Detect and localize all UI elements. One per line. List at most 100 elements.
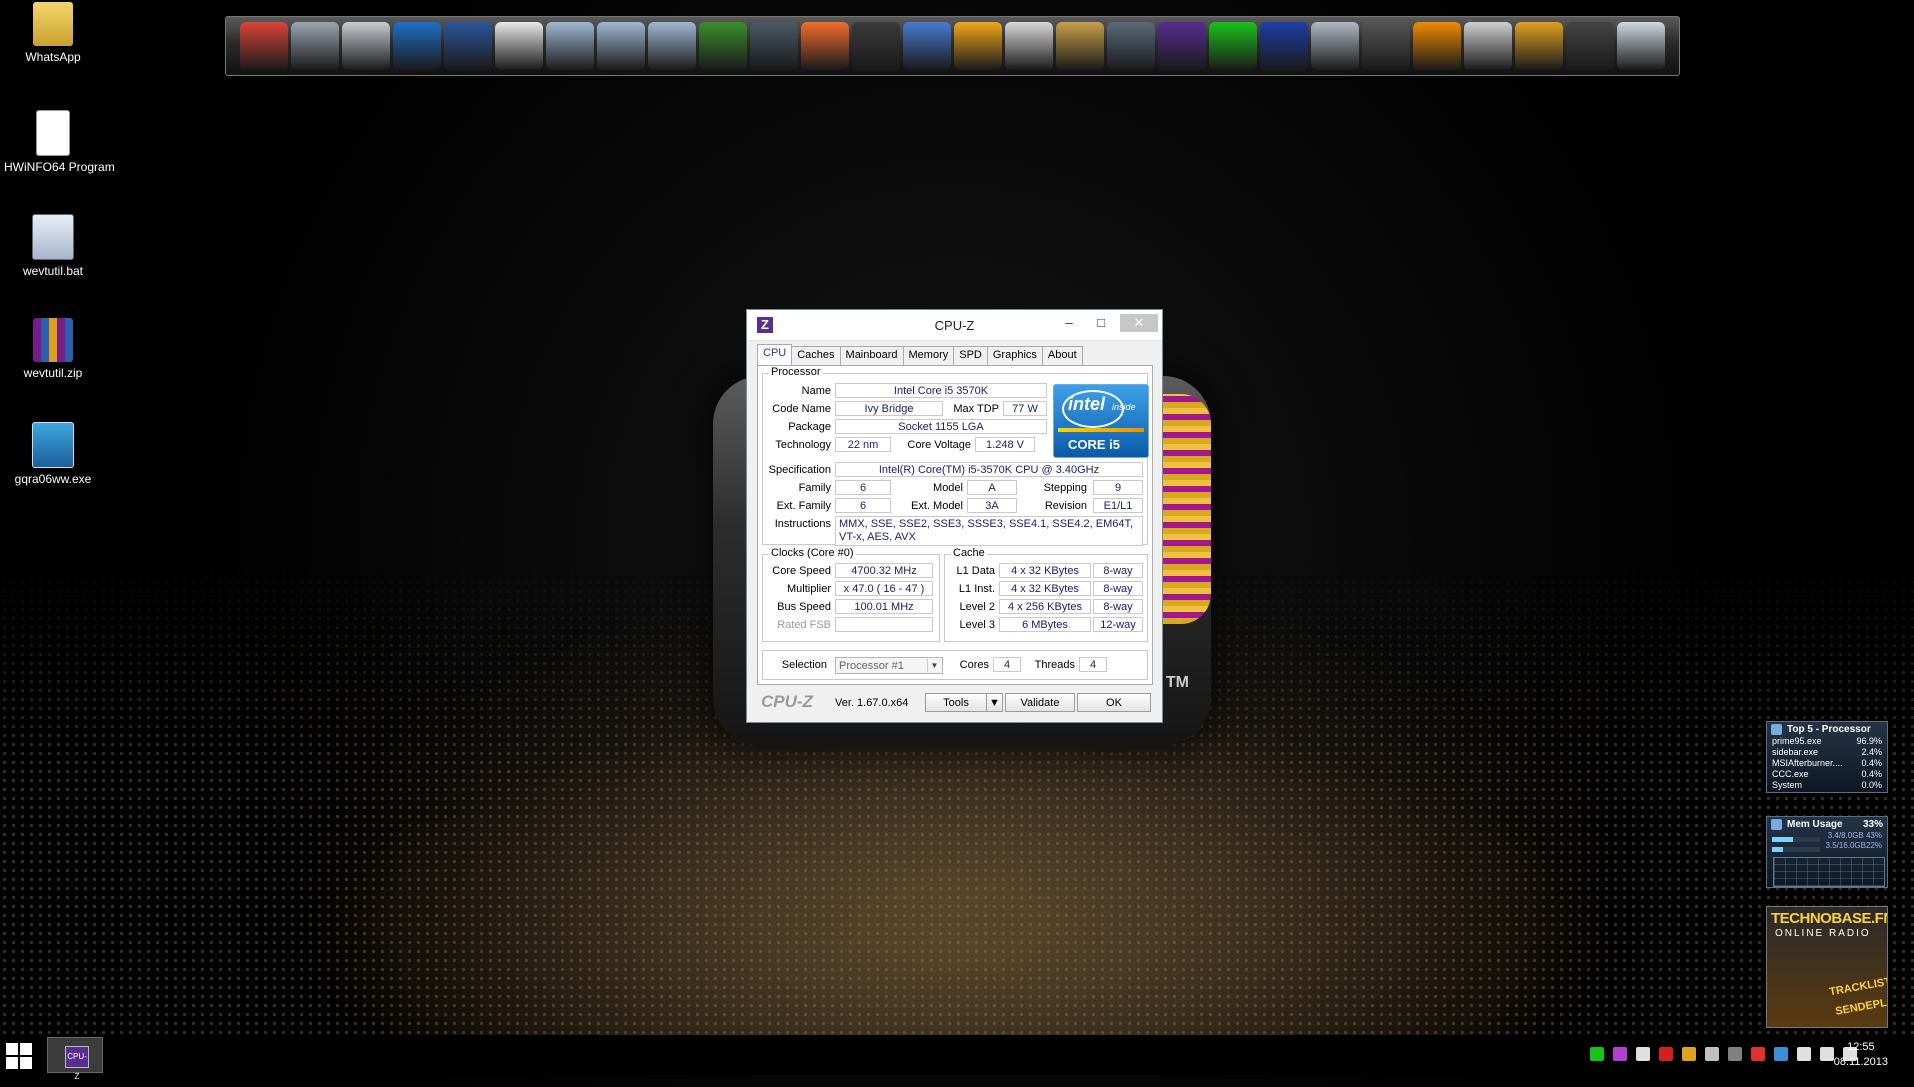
- settings-icon[interactable]: [1515, 22, 1563, 70]
- plane-tray-icon[interactable]: [1636, 1047, 1650, 1061]
- footer-bar: CPU-Z Ver. 1.67.0.x64 Tools ▼ Validate O…: [747, 688, 1162, 718]
- desktop-icon-gqra06ww[interactable]: gqra06ww.exe: [4, 422, 102, 486]
- chrome-icon[interactable]: [240, 22, 288, 70]
- technobase-radio-gadget[interactable]: TECHNOBASE.FM ONLINE RADIO TRACKLIST SEN…: [1766, 906, 1888, 1028]
- minimize-button[interactable]: –: [1056, 314, 1082, 332]
- ext-model-label: Ext. Model: [911, 500, 963, 512]
- technology-value: 22 nm: [835, 437, 891, 452]
- monitor-icon[interactable]: [903, 22, 951, 70]
- benchmark-icon[interactable]: [1005, 22, 1053, 70]
- ati-tray-icon[interactable]: [1659, 1047, 1673, 1061]
- usb-icon[interactable]: [1362, 22, 1410, 70]
- start-button[interactable]: [6, 1043, 32, 1069]
- processor-select[interactable]: Processor #1 ▼: [835, 657, 943, 674]
- tools-dropdown-button[interactable]: ▼: [986, 693, 1003, 712]
- processor-chip-graphic: [1163, 394, 1211, 624]
- taskbar-item-cpu-z[interactable]: CPU-Z: [47, 1037, 103, 1081]
- core-speed-value: 4700.32 MHz: [835, 563, 933, 578]
- network-tray-icon[interactable]: [1613, 1047, 1627, 1061]
- top5-processor-gadget[interactable]: Top 5 - Processor prime95.exe 96.9% sideb…: [1766, 721, 1888, 793]
- threads-value: 4: [1079, 657, 1107, 672]
- title-bar[interactable]: Z CPU-Z – □ ✕: [747, 310, 1162, 341]
- folder-icon[interactable]: [597, 22, 645, 70]
- processor-group: Processor Name Intel Core i5 3570K Code …: [762, 366, 1149, 546]
- ok-button[interactable]: OK: [1077, 693, 1151, 712]
- cpu-z-icon[interactable]: [1158, 22, 1206, 70]
- process-row: CCC.exe 0.4%: [1772, 769, 1882, 779]
- soldier-icon[interactable]: [750, 22, 798, 70]
- intel-core-i5-badge: intel inside CORE i5: [1053, 384, 1149, 458]
- chevron-down-icon: ▼: [989, 697, 1000, 709]
- game-character-icon[interactable]: [852, 22, 900, 70]
- tool-icon[interactable]: [1311, 22, 1359, 70]
- core-voltage-label: Core Voltage: [907, 439, 971, 451]
- desktop-icon-label: wevtutil.bat: [22, 264, 84, 278]
- document-icon[interactable]: [495, 22, 543, 70]
- instructions-value: MMX, SSE, SSE2, SSE3, SSSE3, SSE4.1, SSE…: [835, 516, 1143, 546]
- memory-bar: [1772, 837, 1820, 842]
- prime95-tray-icon[interactable]: [1590, 1047, 1604, 1061]
- word-icon[interactable]: [444, 22, 492, 70]
- desktop-icon-wevtutil-bat[interactable]: wevtutil.bat: [4, 214, 102, 278]
- drive-icon[interactable]: [342, 22, 390, 70]
- folder-icon[interactable]: [648, 22, 696, 70]
- tab-caches[interactable]: Caches: [791, 346, 841, 366]
- mem-usage-gadget[interactable]: Mem Usage 33% 3.4/8.0GB 43% 3.5/16.0GB22…: [1766, 816, 1888, 888]
- xbox-icon[interactable]: [699, 22, 747, 70]
- speaker-red-tray-icon[interactable]: [1751, 1047, 1765, 1061]
- lightning-icon[interactable]: [1260, 22, 1308, 70]
- system-tray: [1590, 1047, 1857, 1061]
- bus-speed-label: Bus Speed: [777, 601, 831, 613]
- cpu-z-icon: CPU-Z: [65, 1046, 89, 1081]
- desktop-icon-label: HWiNFO64 Program: [4, 160, 115, 174]
- tab-spd[interactable]: SPD: [953, 346, 988, 366]
- display-icon[interactable]: [1566, 22, 1614, 70]
- taskbar: CPU-Z 12:55 08.11.2013: [0, 1035, 1914, 1081]
- tracklist-link[interactable]: TRACKLIST: [1828, 976, 1887, 999]
- gamepad-icon[interactable]: [954, 22, 1002, 70]
- network-monitor-tray-icon[interactable]: [1820, 1047, 1834, 1061]
- cache-level-label: L1 Inst.: [958, 583, 995, 595]
- cpu-z-brand-logo: CPU-Z: [761, 692, 813, 711]
- network-icon[interactable]: [1464, 22, 1512, 70]
- prime95-icon[interactable]: [1209, 22, 1257, 70]
- outlook-icon[interactable]: [393, 22, 441, 70]
- clock[interactable]: 12:55 08.11.2013: [1834, 1040, 1888, 1070]
- desktop-icon-wevtutil-zip[interactable]: wevtutil.zip: [4, 318, 102, 380]
- process-row: MSIAfterburner.... 0.4%: [1772, 758, 1882, 768]
- desktop-icon-whatsapp[interactable]: WhatsApp: [4, 2, 102, 64]
- sendeplan-link[interactable]: SENDEPLAN: [1834, 994, 1887, 1018]
- cache-level-label: Level 2: [959, 601, 995, 613]
- hardware-monitor-icon[interactable]: [1056, 22, 1104, 70]
- rated-fsb-value: [835, 617, 933, 632]
- recycle-bin-icon[interactable]: [1617, 22, 1665, 70]
- cores-label: Cores: [959, 659, 989, 671]
- tools-button[interactable]: Tools: [925, 693, 987, 712]
- vlc-icon[interactable]: [1413, 22, 1461, 70]
- package-value: Socket 1155 LGA: [835, 419, 1047, 434]
- origin-icon[interactable]: [801, 22, 849, 70]
- drive-icon[interactable]: [291, 22, 339, 70]
- desktop-icon-hwinfo64[interactable]: HWiNFO64 Program: [4, 110, 115, 174]
- app-tray-icon[interactable]: [1705, 1047, 1719, 1061]
- tab-graphics[interactable]: Graphics: [986, 346, 1043, 366]
- audio-icon[interactable]: [1107, 22, 1155, 70]
- cache-size-value: 4 x 256 KBytes: [999, 599, 1091, 614]
- folder-icon[interactable]: [546, 22, 594, 70]
- cpu-tab-panel: Processor Name Intel Core i5 3570K Code …: [757, 365, 1153, 685]
- validate-button[interactable]: Validate: [1005, 693, 1075, 712]
- flag-tray-icon[interactable]: [1797, 1047, 1811, 1061]
- rated-fsb-label: Rated FSB: [777, 619, 831, 631]
- tab-cpu[interactable]: CPU: [757, 344, 793, 366]
- archive-icon: [33, 318, 73, 362]
- tab-about[interactable]: About: [1041, 346, 1083, 366]
- tab-mainboard[interactable]: Mainboard: [839, 346, 904, 366]
- close-button[interactable]: ✕: [1120, 314, 1158, 332]
- cloud-tray-icon[interactable]: [1774, 1047, 1788, 1061]
- maximize-button[interactable]: □: [1088, 314, 1114, 332]
- multiplier-label: Multiplier: [786, 583, 831, 595]
- process-row: sidebar.exe 2.4%: [1772, 747, 1882, 757]
- battery-tray-icon[interactable]: [1728, 1047, 1742, 1061]
- tab-memory[interactable]: Memory: [902, 346, 955, 366]
- msi-tray-icon[interactable]: [1682, 1047, 1696, 1061]
